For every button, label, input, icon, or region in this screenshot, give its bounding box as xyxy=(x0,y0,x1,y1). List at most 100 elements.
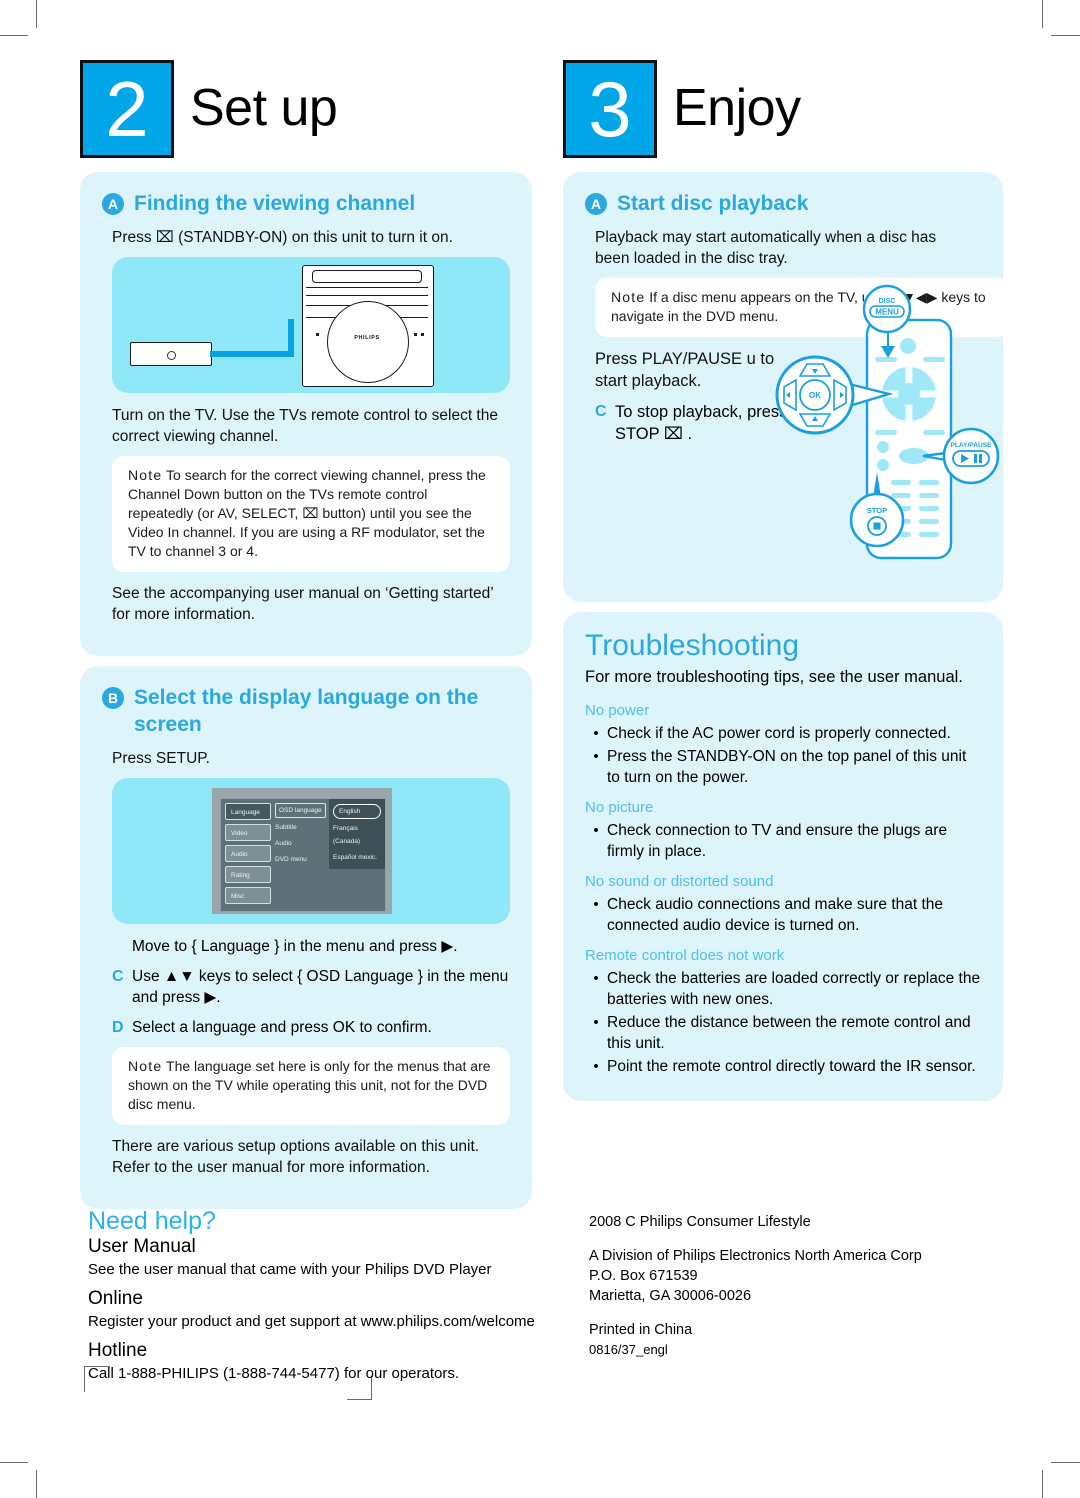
figure-osd-menu: Language Video Audio Rating Misc OSD lan… xyxy=(112,778,510,924)
note-label-b: Note xyxy=(128,1058,163,1074)
philips-brand-label: PHILIPS xyxy=(354,335,380,341)
osd-middle-item-2: Audio xyxy=(275,840,292,847)
bullet-icon: • xyxy=(593,1058,599,1075)
remote-grid-2 xyxy=(919,480,939,485)
panel-troubleshooting: Troubleshooting For more troubleshooting… xyxy=(563,612,1003,1101)
turn-on-tv-instruction: Turn on the TV. Use the TVs remote contr… xyxy=(112,407,498,445)
osd-right-item-1: Français (Canada) xyxy=(333,825,361,845)
troubleshooting-item-text: Reduce the distance between the remote c… xyxy=(607,1014,971,1052)
unit-button-tick-3 xyxy=(421,333,424,336)
setup-options-note: There are various setup options availabl… xyxy=(112,1138,480,1176)
step-3-number: 3 xyxy=(563,60,657,158)
unit-line-2 xyxy=(306,295,428,296)
bullet-icon: • xyxy=(593,896,599,913)
stop-step-letter: C xyxy=(595,403,607,420)
panel-finding-viewing-channel: A Finding the viewing channel Press ⌧ (S… xyxy=(80,172,532,656)
troubleshooting-heading-3: Remote control does not work xyxy=(585,947,785,964)
troubleshooting-item-0-0: • Check if the AC power cord is properly… xyxy=(585,723,981,744)
unit-line-1 xyxy=(306,287,428,288)
legal-block: 2008 C Philips Consumer Lifestyle A Divi… xyxy=(589,1212,989,1360)
callout-leader-horizontal xyxy=(210,351,294,357)
troubleshooting-item-text: Press the STANDBY-ON on the top panel of… xyxy=(607,748,967,786)
unit-button-tick-1 xyxy=(316,333,319,336)
legal-line-1: 2008 C Philips Consumer Lifestyle xyxy=(589,1214,811,1230)
legal-line-2: A Division of Philips Electronics North … xyxy=(589,1248,922,1264)
section-a-title-row: A Finding the viewing channel xyxy=(102,190,510,217)
lang-step-row-2: D Select a language and press OK to conf… xyxy=(112,1017,510,1038)
standby-on-button-icon xyxy=(167,351,176,360)
need-help-label-2: Hotline xyxy=(88,1340,148,1361)
bullet-icon: • xyxy=(593,822,599,839)
remote-power-button xyxy=(900,338,916,354)
stop-callout-label: STOP xyxy=(867,506,887,515)
remote-bar-mid-left xyxy=(875,430,897,435)
note-viewing-channel: Note To search for the correct viewing c… xyxy=(112,456,510,572)
stop-icon xyxy=(873,522,881,530)
see-user-manual-note: See the accompanying user manual on ‘Get… xyxy=(112,585,494,623)
callout-leader-vertical xyxy=(288,319,294,357)
step-3-title: Enjoy xyxy=(673,79,801,137)
osd-left-item-1: Video xyxy=(225,824,271,841)
troubleshooting-group-1: No picture • Check connection to TV and … xyxy=(585,797,981,862)
troubleshooting-item-text: Check audio connections and make sure th… xyxy=(607,896,944,934)
note-label-enjoy: Note xyxy=(611,289,646,305)
remote-control-svg: DISC MENU OK PLAY/PAUSE STOP xyxy=(775,284,1000,560)
unit-disc-door xyxy=(327,301,409,383)
troubleshooting-item-text: Point the remote control directly toward… xyxy=(607,1058,976,1075)
figure-remote-control: DISC MENU OK PLAY/PAUSE STOP xyxy=(771,284,1001,564)
column-step-3: 3 Enjoy A Start disc playback Playback m… xyxy=(563,60,1009,1101)
note-text-a: To search for the correct viewing channe… xyxy=(128,467,486,559)
troubleshooting-item-3-0: • Check the batteries are loaded correct… xyxy=(585,968,981,1010)
unit-button-tick-2 xyxy=(414,333,417,336)
osd-left-item-2: Audio xyxy=(225,845,271,862)
remote-grid-10 xyxy=(919,532,939,537)
troubleshooting-item-2-0: • Check audio connections and make sure … xyxy=(585,894,981,936)
osd-right-item-2: Español mexic. xyxy=(333,854,378,861)
need-help-text-1[interactable]: Register your product and get support at… xyxy=(88,1311,558,1332)
ok-callout-label: OK xyxy=(809,391,821,400)
section-enjoy-title-row: A Start disc playback xyxy=(585,190,981,217)
legal-line-6: 0816/37_engl xyxy=(589,1342,668,1357)
note-language-scope: Note The language set here is only for t… xyxy=(112,1047,510,1125)
legal-line-3: P.O. Box 671539 xyxy=(589,1268,698,1284)
osd-left-item-3: Rating xyxy=(225,866,271,883)
troubleshooting-heading-0: No power xyxy=(585,702,650,719)
remote-grid-8 xyxy=(919,519,939,524)
section-badge-a: A xyxy=(102,193,124,215)
osd-middle-item-3: DVD menu xyxy=(275,856,307,863)
section-badge-enjoy-a: A xyxy=(585,193,607,215)
step-3-header: 3 Enjoy xyxy=(563,60,1003,172)
section-enjoy-title: Start disc playback xyxy=(617,192,809,215)
bullet-icon: • xyxy=(593,748,599,765)
section-badge-b: B xyxy=(102,687,124,709)
lang-step-letter-2: D xyxy=(112,1019,124,1036)
lang-step-row-1: C Use ▲▼ keys to select { OSD Language }… xyxy=(112,966,510,1008)
osd-middle-column: OSD language Subtitle Audio DVD menu xyxy=(275,803,327,869)
need-help-title: Need help? xyxy=(88,1207,216,1235)
standby-on-instruction: Press ⌧ (STANDBY-ON) on this unit to tur… xyxy=(112,229,453,246)
legal-line-5: Printed in China xyxy=(589,1322,693,1338)
section-a-title: Finding the viewing channel xyxy=(134,192,416,215)
remote-grid-3 xyxy=(891,493,911,498)
lang-step-text-0: Move to { Language } in the menu and pre… xyxy=(132,938,458,955)
troubleshooting-item-3-2: • Point the remote control directly towa… xyxy=(585,1056,981,1077)
step-2-header: 2 Set up xyxy=(80,60,532,172)
osd-left-item-0: Language xyxy=(225,803,271,820)
troubleshooting-group-2: No sound or distorted sound • Check audi… xyxy=(585,871,981,936)
step-2-title: Set up xyxy=(190,79,338,137)
troubleshooting-title: Troubleshooting xyxy=(585,629,800,662)
standby-button-callout xyxy=(130,342,212,366)
tv-screen-frame: Language Video Audio Rating Misc OSD lan… xyxy=(212,788,392,914)
unit-top-slot xyxy=(312,270,422,283)
lang-step-row-0: Move to { Language } in the menu and pre… xyxy=(112,936,510,957)
osd-middle-item-1: Subtitle xyxy=(275,824,297,831)
troubleshooting-item-0-1: • Press the STANDBY-ON on the top panel … xyxy=(585,746,981,788)
remote-grid-1 xyxy=(891,480,911,485)
bullet-icon: • xyxy=(593,725,599,742)
remote-bar-top-left xyxy=(875,357,897,362)
legal-line-4: Marietta, GA 30006-0026 xyxy=(589,1288,752,1304)
play-pause-pill xyxy=(952,450,990,467)
note-text-b: The language set here is only for the me… xyxy=(128,1058,491,1112)
need-help-text-2: Call 1-888-PHILIPS (1-888-744-5477) for … xyxy=(88,1365,460,1382)
osd-right-column: English Français (Canada) Español mexic. xyxy=(329,799,385,869)
